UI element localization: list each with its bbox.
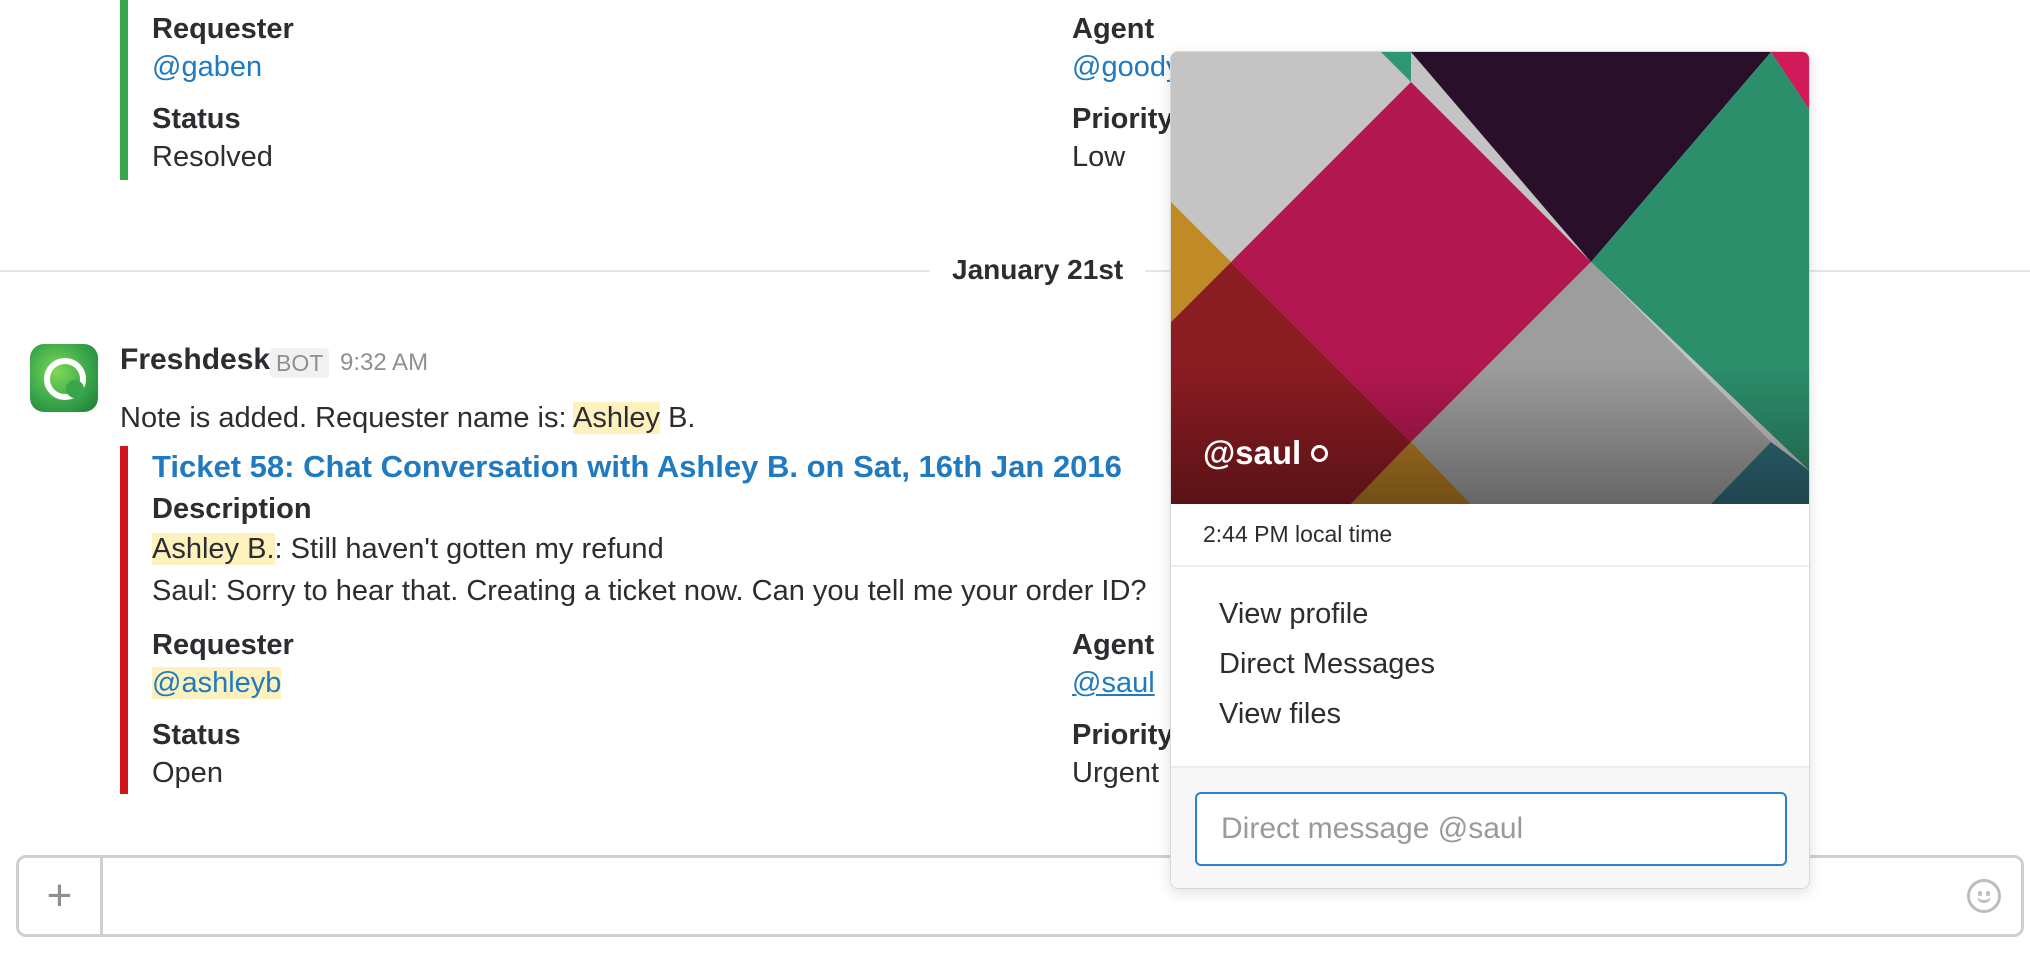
user-profile-popover: @saul 2:44 PM local time View profile Di… bbox=[1170, 51, 1810, 889]
agent-label: Agent bbox=[1072, 629, 1155, 661]
priority-field: Priority Low bbox=[1072, 100, 1174, 176]
add-attachment-button[interactable]: + bbox=[19, 858, 103, 934]
freshdesk-avatar[interactable] bbox=[30, 344, 98, 412]
agent-mention[interactable]: @saul bbox=[1072, 664, 1155, 702]
status-value: Resolved bbox=[152, 141, 273, 173]
direct-messages-menu-item[interactable]: Direct Messages bbox=[1219, 644, 1435, 684]
agent-field: Agent @goody bbox=[1072, 10, 1180, 86]
description-line-2: Saul: Sorry to hear that. Creating a tic… bbox=[152, 575, 1147, 607]
description-line-1: Ashley B.: Still haven't gotten my refun… bbox=[152, 533, 664, 565]
requester-label: Requester bbox=[152, 629, 294, 661]
description-label: Description bbox=[152, 493, 312, 525]
message-text: Note is added. Requester name is: Ashley… bbox=[120, 398, 696, 438]
search-highlight: Ashley B. bbox=[152, 533, 275, 565]
away-status-icon bbox=[1311, 445, 1328, 462]
message-sender[interactable]: Freshdesk bbox=[120, 340, 270, 380]
bot-badge: BOT bbox=[270, 348, 330, 378]
view-files-menu-item[interactable]: View files bbox=[1219, 694, 1341, 734]
agent-mention[interactable]: @goody bbox=[1072, 48, 1180, 86]
priority-field: Priority Urgent bbox=[1072, 716, 1174, 792]
ticket-attachment-open: Ticket 58: Chat Conversation with Ashley… bbox=[120, 446, 1180, 794]
ticket-title-link[interactable]: Ticket 58: Chat Conversation with Ashley… bbox=[152, 446, 1122, 488]
requester-mention[interactable]: @gaben bbox=[152, 48, 294, 86]
agent-label: Agent bbox=[1072, 13, 1155, 45]
popover-username: @saul bbox=[1203, 434, 1302, 471]
message-text-suffix: B. bbox=[660, 402, 696, 434]
requester-label: Requester bbox=[152, 13, 294, 45]
status-field: Status Resolved bbox=[152, 100, 273, 176]
status-label: Status bbox=[152, 719, 241, 751]
priority-value: Urgent bbox=[1072, 757, 1160, 789]
status-field: Status Open bbox=[152, 716, 241, 792]
ticket-attachment-resolved: Requester @gaben Status Resolved Agent @… bbox=[120, 0, 1180, 180]
popover-divider bbox=[1171, 565, 1809, 567]
status-value: Open bbox=[152, 757, 223, 789]
direct-message-input[interactable] bbox=[1195, 792, 1787, 866]
day-divider-label: January 21st bbox=[930, 250, 1146, 290]
description-field: Description Ashley B.: Still haven't got… bbox=[152, 490, 1147, 612]
requester-mention[interactable]: @ashleyb bbox=[152, 667, 282, 699]
requester-field: Requester @gaben bbox=[152, 10, 294, 86]
message-text-prefix: Note is added. Requester name is: bbox=[120, 402, 573, 434]
priority-value: Low bbox=[1072, 141, 1126, 173]
agent-field: Agent @saul bbox=[1072, 626, 1155, 702]
view-profile-menu-item[interactable]: View profile bbox=[1219, 594, 1368, 634]
local-time: 2:44 PM local time bbox=[1203, 521, 1393, 547]
status-label: Status bbox=[152, 103, 241, 135]
slack-channel-view: Requester @gaben Status Resolved Agent @… bbox=[0, 0, 2030, 954]
requester-field: Requester @ashleyb bbox=[152, 626, 294, 702]
priority-label: Priority bbox=[1072, 719, 1174, 751]
message-timestamp[interactable]: 9:32 AM bbox=[340, 346, 428, 380]
smiley-icon[interactable] bbox=[1967, 879, 2001, 913]
profile-cover-image: @saul bbox=[1171, 52, 1809, 504]
popover-footer bbox=[1171, 766, 1809, 888]
priority-label: Priority bbox=[1072, 103, 1174, 135]
search-highlight: Ashley bbox=[572, 402, 661, 434]
